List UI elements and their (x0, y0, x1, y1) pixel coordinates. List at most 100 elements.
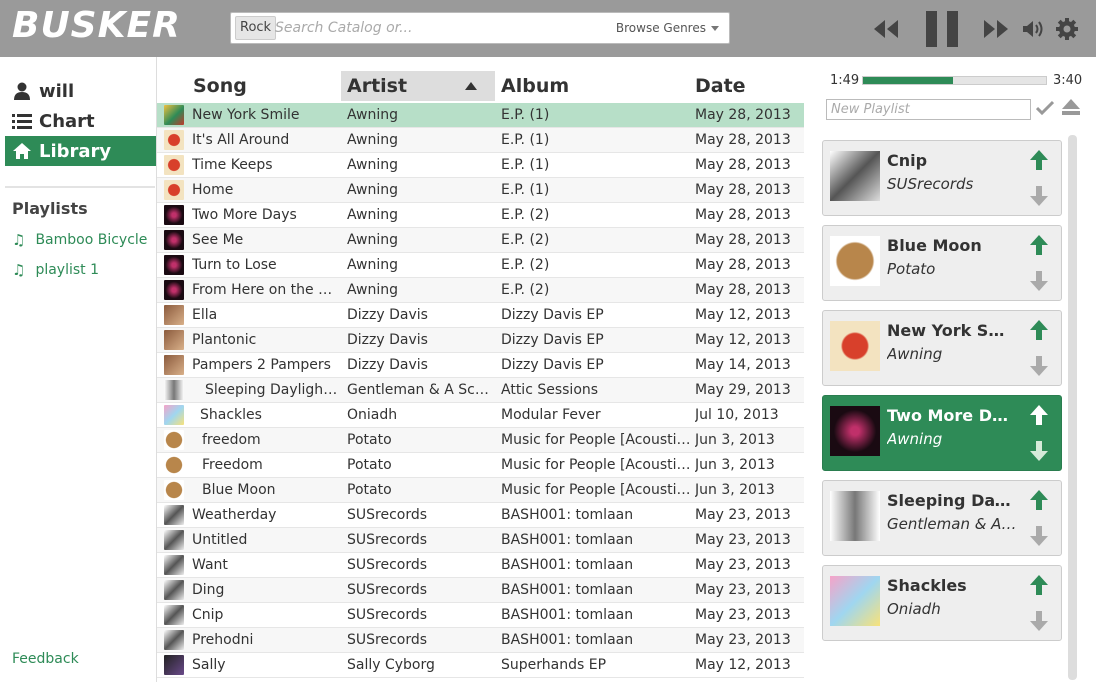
browse-genres-dropdown[interactable]: Browse Genres (616, 21, 719, 35)
queue-artist: Awning (887, 345, 943, 363)
move-down-button[interactable] (1029, 185, 1049, 211)
cell-artist: Gentleman & A Scholar (347, 382, 497, 398)
album-art (830, 236, 880, 286)
move-down-button[interactable] (1029, 440, 1049, 466)
table-row[interactable]: Pampers 2 Pampers Dizzy Davis Dizzy Davis … (157, 353, 804, 378)
column-header-artist[interactable]: Artist (341, 71, 495, 101)
cell-song: Ding (192, 582, 225, 598)
eject-button[interactable] (1061, 98, 1081, 120)
move-down-button[interactable] (1029, 355, 1049, 381)
album-art-thumbnail (164, 455, 184, 475)
table-row[interactable]: Two More Days Awning E.P. (2) May 28, 2013 (157, 203, 804, 228)
cell-date: May 23, 2013 (695, 532, 791, 548)
queue-card[interactable]: Cnip SUSrecords (822, 140, 1062, 216)
column-header-song[interactable]: Song (187, 71, 341, 101)
table-row[interactable]: New York Smile Awning E.P. (1) May 28, 2013 (157, 103, 804, 128)
arrow-down-icon (1030, 441, 1048, 461)
volume-button[interactable] (1020, 0, 1046, 57)
move-down-button[interactable] (1029, 610, 1049, 636)
search-input[interactable] (275, 15, 605, 41)
move-up-button[interactable] (1029, 404, 1049, 430)
move-up-button[interactable] (1029, 574, 1049, 600)
move-up-button[interactable] (1029, 149, 1049, 175)
search-bar[interactable]: Rock Browse Genres (230, 12, 730, 44)
queue-card[interactable]: New York Smile Awning (822, 310, 1062, 386)
next-button[interactable] (982, 0, 1010, 57)
playback-progress-bar[interactable] (862, 76, 1047, 85)
table-row[interactable]: Want SUSrecords BASH001: tomlaan May 23, 20… (157, 553, 804, 578)
cell-song: Two More Days (192, 207, 297, 223)
settings-button[interactable] (1055, 0, 1079, 57)
queue-card[interactable]: Two More Days Awning (822, 395, 1062, 471)
table-row[interactable]: Cnip SUSrecords BASH001: tomlaan May 23, 20… (157, 603, 804, 628)
table-row[interactable]: freedom Potato Music for People [Acoustic … (157, 428, 804, 453)
cell-song: Sleeping Daylight (... (205, 382, 342, 398)
sidebar-divider (5, 186, 155, 188)
cell-song: Weatherday (192, 507, 277, 523)
table-row[interactable]: Plantonic Dizzy Davis Dizzy Davis EP May 12… (157, 328, 804, 353)
table-row[interactable]: Sleeping Daylight (... Gentleman & A Scho… (157, 378, 804, 403)
queue-card[interactable]: Sleeping Daylight (... Gentleman & A Scho… (822, 480, 1062, 556)
table-row[interactable]: Weatherday SUSrecords BASH001: tomlaan May … (157, 503, 804, 528)
album-art (830, 321, 880, 371)
table-row[interactable]: Untitled SUSrecords BASH001: tomlaan May 23… (157, 528, 804, 553)
playlist-item[interactable]: ♫ Bamboo Bicycle (12, 231, 147, 249)
table-row[interactable]: Ding SUSrecords BASH001: tomlaan May 23, 20… (157, 578, 804, 603)
queue-scrollbar[interactable] (1068, 135, 1077, 680)
table-row[interactable]: Freedom Potato Music for People [Acoustic … (157, 453, 804, 478)
column-header-date[interactable]: Date (689, 71, 804, 101)
table-row[interactable]: From Here on the Gr... Awning E.P. (2) May … (157, 278, 804, 303)
cell-song: Home (192, 182, 234, 198)
new-playlist-input[interactable] (826, 99, 1031, 120)
sidebar-item-user[interactable]: will (5, 76, 156, 106)
queue-card[interactable]: Shackles Oniadh (822, 565, 1062, 641)
previous-button[interactable] (872, 0, 900, 57)
arrow-down-icon (1030, 356, 1048, 376)
table-row[interactable]: Ella Dizzy Davis Dizzy Davis EP May 12, 201… (157, 303, 804, 328)
album-art-thumbnail (164, 280, 184, 300)
feedback-link[interactable]: Feedback (12, 651, 79, 667)
cell-artist: Awning (347, 157, 398, 173)
table-row[interactable]: See Me Awning E.P. (2) May 28, 2013 (157, 228, 804, 253)
playlist-item[interactable]: ♫ playlist 1 (12, 261, 99, 279)
table-row[interactable]: Home Awning E.P. (1) May 28, 2013 (157, 178, 804, 203)
cell-artist: Dizzy Davis (347, 357, 428, 373)
sidebar-item-chart[interactable]: Chart (5, 106, 156, 136)
sidebar-item-library[interactable]: Library (5, 136, 156, 166)
move-down-button[interactable] (1029, 270, 1049, 296)
app-logo[interactable]: BUSKER (12, 5, 181, 46)
table-row[interactable]: Blue Moon Potato Music for People [Acousti… (157, 478, 804, 503)
cell-artist: SUSrecords (347, 632, 428, 648)
pause-icon (926, 10, 958, 47)
cell-date: Jun 3, 2013 (695, 482, 775, 498)
sidebar: will Chart Library Playlists ♫ Bamboo Bi… (0, 57, 157, 682)
cell-album: BASH001: tomlaan (501, 632, 634, 648)
column-header-album[interactable]: Album (495, 71, 689, 101)
pause-button[interactable] (920, 0, 964, 57)
save-playlist-button[interactable] (1035, 100, 1055, 120)
cell-song: Prehodni (192, 632, 254, 648)
move-up-button[interactable] (1029, 489, 1049, 515)
table-row[interactable]: Time Keeps Awning E.P. (1) May 28, 2013 (157, 153, 804, 178)
search-genre-tag[interactable]: Rock (235, 16, 277, 40)
move-up-button[interactable] (1029, 234, 1049, 260)
table-row[interactable]: It's All Around Awning E.P. (1) May 28, 201… (157, 128, 804, 153)
move-down-button[interactable] (1029, 525, 1049, 551)
queue-artist: SUSrecords (887, 175, 974, 193)
cell-date: Jun 3, 2013 (695, 457, 775, 473)
cell-artist: SUSrecords (347, 532, 428, 548)
album-art-thumbnail (164, 480, 184, 500)
table-row[interactable]: Turn to Lose Awning E.P. (2) May 28, 2013 (157, 253, 804, 278)
cell-album: E.P. (1) (501, 157, 550, 173)
album-art-thumbnail (164, 555, 184, 575)
volume-icon (1023, 20, 1043, 37)
table-row[interactable]: Sally Sally Cyborg Superhands EP May 12, 20… (157, 653, 804, 678)
queue-title: Shackles (887, 576, 967, 595)
queue-card[interactable]: Blue Moon Potato (822, 225, 1062, 301)
song-table: Song Artist Album Date New York Smile Awn… (157, 57, 804, 682)
arrow-up-icon (1030, 405, 1048, 425)
table-row[interactable]: Shackles Oniadh Modular Fever Jul 10, 2013 (157, 403, 804, 428)
queue-title: Two More Days (887, 406, 1017, 425)
table-row[interactable]: Prehodni SUSrecords BASH001: tomlaan May 23… (157, 628, 804, 653)
move-up-button[interactable] (1029, 319, 1049, 345)
